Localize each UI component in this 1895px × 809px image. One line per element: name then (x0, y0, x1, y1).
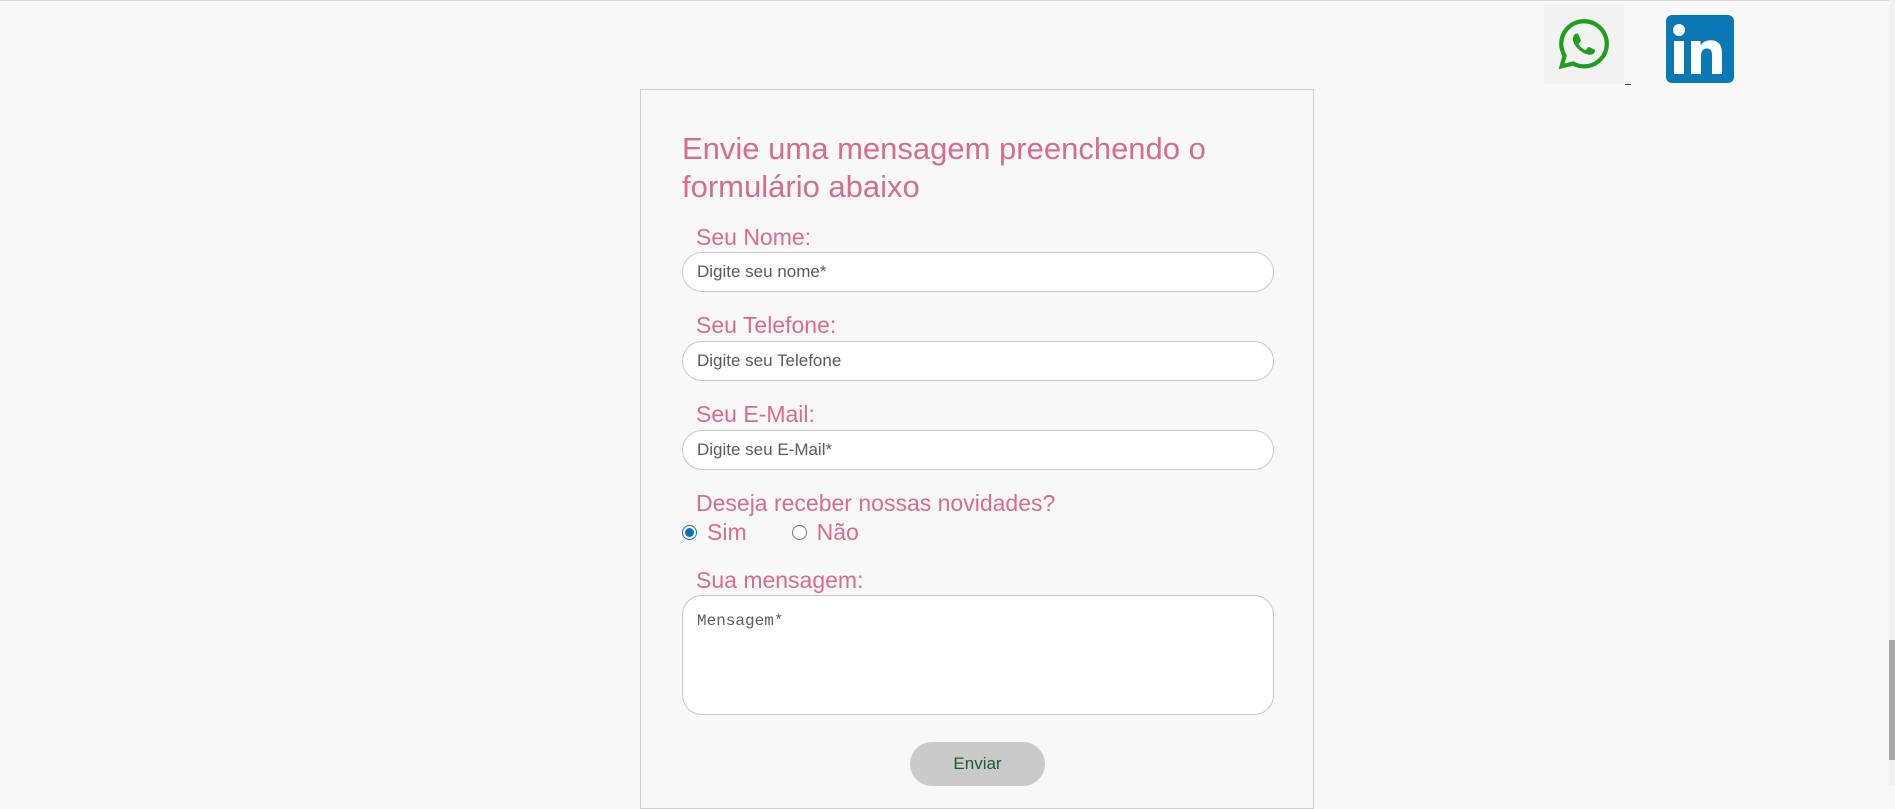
newsletter-option-sim[interactable]: Sim (682, 519, 747, 546)
newsletter-options: Sim Não (682, 518, 859, 546)
message-textarea[interactable] (682, 595, 1274, 715)
name-label: Seu Nome: (696, 224, 812, 250)
newsletter-radio-sim[interactable] (682, 524, 697, 540)
whatsapp-icon (1558, 19, 1609, 70)
phone-input[interactable] (682, 341, 1274, 381)
linkedin-link[interactable] (1666, 15, 1734, 83)
phone-label: Seu Telefone: (696, 312, 837, 338)
scrollbar-thumb[interactable] (1889, 640, 1895, 760)
social-links (1544, 4, 1734, 84)
form-title: Envie uma mensagem preenchendo o formulá… (682, 131, 1206, 204)
whatsapp-link[interactable] (1544, 4, 1624, 84)
newsletter-radio-nao[interactable] (791, 524, 807, 540)
submit-button[interactable]: Enviar (910, 742, 1045, 786)
email-input[interactable] (682, 430, 1274, 470)
newsletter-option-label: Sim (707, 518, 747, 545)
newsletter-option-nao[interactable]: Não (791, 518, 859, 546)
separator-dash (1625, 84, 1631, 85)
contact-form: Envie uma mensagem preenchendo o formulá… (640, 89, 1314, 809)
email-label: Seu E-Mail: (696, 401, 815, 427)
page-scrollbar[interactable] (1889, 0, 1895, 786)
top-divider (0, 0, 1895, 1)
linkedin-icon (1673, 24, 1722, 74)
message-label: Sua mensagem: (696, 567, 864, 593)
name-input[interactable] (682, 252, 1274, 292)
newsletter-question: Deseja receber nossas novidades? (696, 490, 1056, 516)
newsletter-option-label: Não (816, 518, 859, 545)
